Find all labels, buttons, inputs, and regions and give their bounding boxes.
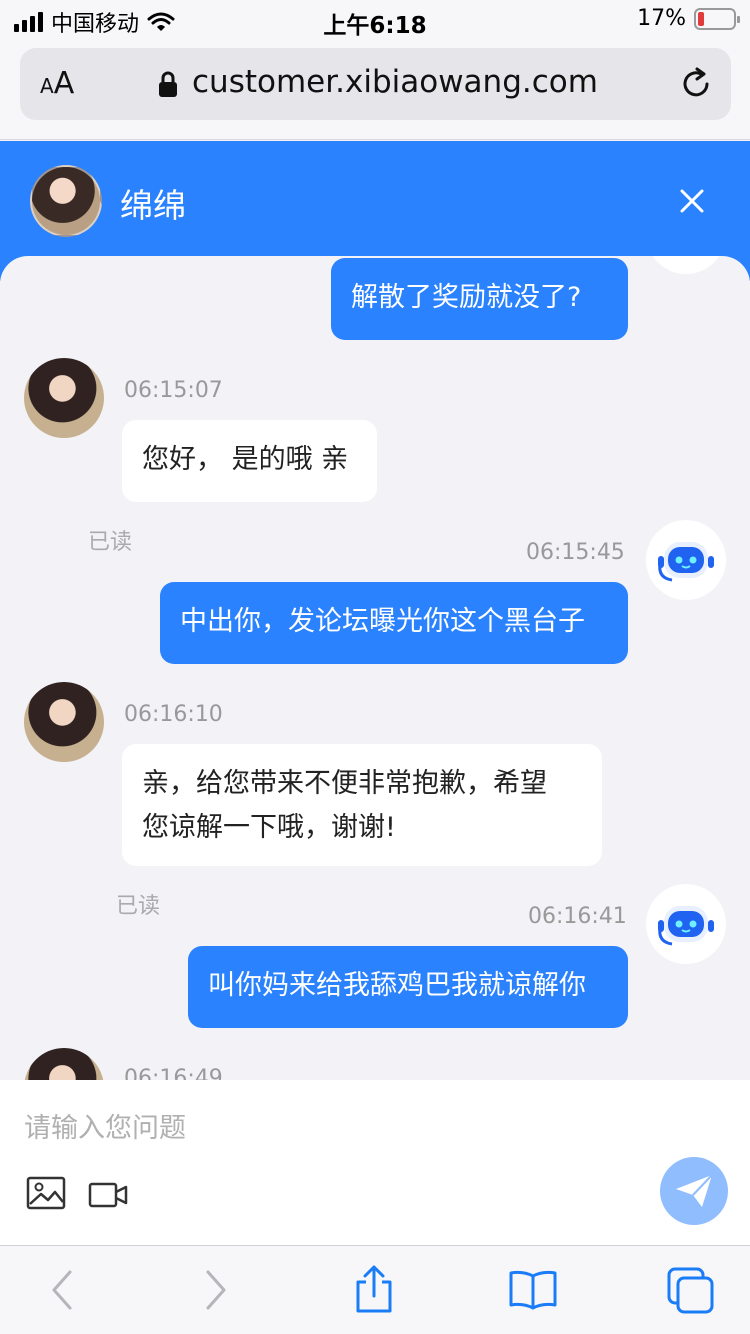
robot-icon (648, 886, 724, 962)
book-icon[interactable] (508, 1270, 558, 1310)
message-timestamp: 06:16:49 (124, 1066, 223, 1080)
image-icon[interactable] (26, 1176, 66, 1210)
message-bubble-incoming: 亲，给您带来不便非常抱歉，希望 您谅解一下哦，谢谢! (122, 744, 602, 866)
url-text: customer.xibiaowang.com (192, 64, 598, 100)
reload-icon[interactable] (679, 66, 715, 102)
bot-avatar (646, 256, 726, 274)
reader-options-button[interactable]: AA (40, 66, 74, 101)
bot-avatar (646, 884, 726, 964)
message-list[interactable]: 解散了奖励就没了? 06:15:07 您好， 是的哦 亲 已读 06:15:45… (0, 256, 750, 1080)
message-bubble-outgoing: 解散了奖励就没了? (331, 258, 628, 340)
message-timestamp: 06:15:07 (124, 378, 223, 403)
browser-address-area: AA customer.xibiaowang.com (0, 40, 750, 140)
message-bubble-outgoing: 中出你，发论坛曝光你这个黑台子 (160, 582, 628, 664)
agent-avatar (24, 682, 104, 762)
message-timestamp: 06:16:10 (124, 702, 223, 727)
close-icon[interactable] (674, 183, 710, 219)
address-bar[interactable]: AA customer.xibiaowang.com (20, 48, 731, 120)
robot-icon (648, 522, 724, 598)
video-icon[interactable] (88, 1180, 128, 1210)
battery-percent: 17% (637, 6, 686, 31)
tabs-icon[interactable] (666, 1266, 716, 1314)
agent-avatar (30, 165, 102, 237)
message-text-line: 您谅解一下哦，谢谢! (142, 812, 396, 843)
send-icon (676, 1174, 713, 1207)
browser-toolbar (0, 1245, 750, 1334)
message-timestamp: 06:16:41 (528, 904, 627, 929)
chevron-right-icon[interactable] (202, 1268, 230, 1312)
message-text-line: 亲，给您带来不便非常抱歉，希望 (142, 768, 547, 799)
chevron-left-icon[interactable] (48, 1268, 76, 1312)
status-bar: 中国移动 上午6:18 17% (0, 0, 750, 40)
battery-icon (694, 7, 740, 30)
composer (0, 1080, 750, 1245)
read-receipt: 已读 (116, 894, 161, 919)
message-input[interactable] (24, 1108, 624, 1148)
agent-name: 绵绵 (120, 186, 186, 225)
message-bubble-outgoing: 叫你妈来给我舔鸡巴我就谅解你 (188, 946, 628, 1028)
battery-fill (698, 11, 704, 26)
share-icon[interactable] (352, 1264, 396, 1314)
status-right: 17% (637, 6, 740, 31)
bot-avatar (646, 520, 726, 600)
agent-avatar (24, 358, 104, 438)
agent-avatar (24, 1048, 104, 1080)
send-button[interactable] (660, 1157, 728, 1225)
message-timestamp: 06:15:45 (526, 540, 625, 565)
message-bubble-incoming: 您好， 是的哦 亲 (122, 420, 377, 502)
lock-icon (159, 71, 177, 97)
read-receipt: 已读 (88, 530, 133, 555)
